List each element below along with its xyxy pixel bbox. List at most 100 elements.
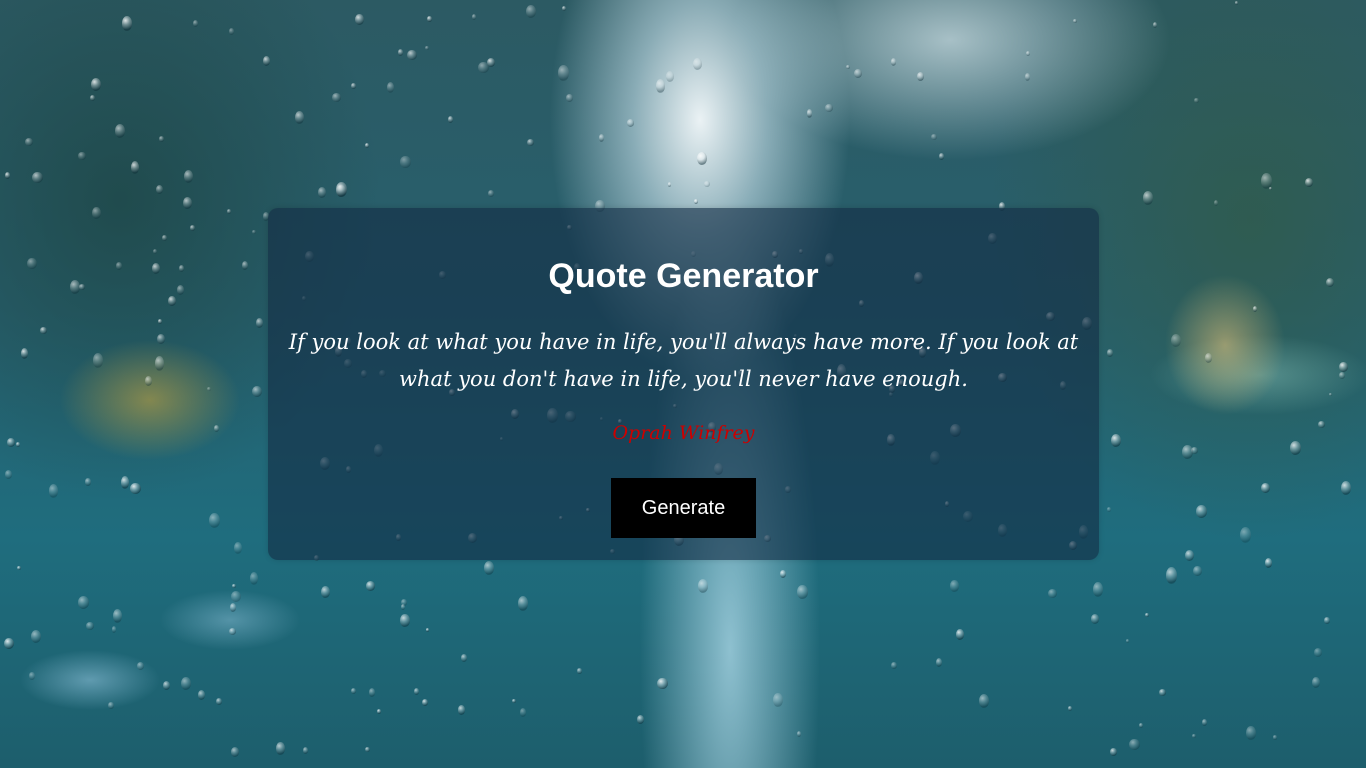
raindrop: [562, 6, 566, 11]
raindrop: [387, 82, 395, 94]
raindrop: [1261, 483, 1270, 494]
raindrop: [7, 438, 16, 447]
raindrop: [1265, 558, 1273, 568]
raindrop: [1026, 51, 1030, 56]
raindrop: [1025, 73, 1031, 82]
raindrop: [526, 5, 536, 18]
raindrop: [163, 681, 171, 691]
raindrop: [668, 182, 672, 187]
raindrop: [4, 638, 14, 649]
raindrop: [1312, 677, 1320, 689]
raindrop: [90, 95, 95, 102]
raindrop: [263, 56, 270, 67]
raindrop: [1153, 22, 1157, 28]
raindrop: [846, 65, 851, 70]
raindrop: [355, 14, 364, 25]
raindrop: [366, 581, 375, 591]
raindrop: [1107, 507, 1112, 512]
raindrop: [1192, 734, 1196, 738]
raindrop: [520, 708, 526, 717]
raindrop: [657, 678, 668, 690]
raindrop: [78, 596, 89, 609]
raindrop: [577, 668, 582, 674]
raindrop: [276, 742, 285, 755]
raindrop: [398, 49, 404, 56]
raindrop: [401, 604, 406, 611]
raindrop: [116, 262, 122, 271]
raindrop: [414, 688, 419, 695]
raindrop: [512, 699, 516, 703]
raindrop: [1196, 505, 1207, 518]
raindrop: [214, 425, 219, 432]
raindrop: [216, 698, 222, 705]
raindrop: [936, 658, 943, 668]
raindrop: [637, 715, 644, 724]
raindrop: [318, 187, 327, 199]
raindrop: [113, 609, 123, 624]
raindrop: [704, 181, 710, 188]
raindrop: [29, 672, 35, 681]
raindrop: [1145, 613, 1150, 618]
raindrop: [1290, 441, 1301, 455]
raindrop: [377, 709, 382, 714]
raindrop: [1205, 353, 1213, 363]
raindrop: [950, 580, 960, 592]
raindrop: [158, 319, 163, 324]
raindrop: [1339, 372, 1345, 379]
raindrop: [1129, 739, 1140, 750]
raindrop: [5, 470, 12, 479]
raindrop: [121, 476, 130, 489]
raindrop: [229, 628, 236, 635]
raindrop: [854, 69, 862, 79]
raindrop: [32, 172, 43, 184]
raindrop: [558, 65, 569, 81]
raindrop: [656, 79, 665, 93]
raindrop: [627, 119, 635, 127]
raindrop: [153, 249, 158, 254]
raindrop: [242, 261, 249, 271]
raindrop: [1235, 1, 1239, 5]
raindrop: [917, 72, 924, 81]
quote-card: Quote Generator If you look at what you …: [268, 208, 1099, 560]
raindrop: [27, 258, 37, 270]
raindrop: [698, 579, 709, 593]
raindrop: [1214, 200, 1218, 206]
raindrop: [131, 161, 140, 174]
raindrop: [85, 478, 91, 486]
raindrop: [152, 263, 160, 274]
raindrop: [1193, 566, 1202, 577]
raindrop: [425, 46, 429, 51]
raindrop: [1182, 445, 1193, 459]
raindrop: [231, 747, 240, 757]
raindrop: [1240, 527, 1251, 543]
raindrop: [231, 591, 241, 602]
raindrop: [86, 622, 94, 631]
raindrop: [108, 702, 114, 709]
raindrop: [780, 570, 786, 579]
generate-button[interactable]: Generate: [611, 478, 756, 538]
raindrop: [295, 111, 304, 124]
raindrop: [336, 182, 347, 197]
raindrop: [426, 628, 429, 632]
raindrop: [891, 662, 897, 670]
raindrop: [566, 94, 573, 103]
raindrop: [198, 690, 205, 700]
raindrop: [1048, 589, 1057, 599]
raindrop: [130, 483, 141, 494]
raindrop: [40, 327, 47, 334]
raindrop: [807, 109, 813, 118]
raindrop: [472, 14, 477, 20]
raindrop: [1314, 648, 1323, 657]
raindrop: [527, 139, 535, 147]
raindrop: [1139, 723, 1143, 728]
raindrop: [1194, 98, 1199, 103]
raindrop: [458, 705, 465, 715]
raindrop: [599, 134, 605, 143]
raindrop: [365, 143, 370, 149]
raindrop: [16, 442, 20, 447]
raindrop: [666, 71, 674, 82]
raindrop: [234, 542, 243, 554]
raindrop: [461, 654, 467, 662]
raindrop: [407, 50, 417, 61]
raindrop: [797, 731, 802, 737]
